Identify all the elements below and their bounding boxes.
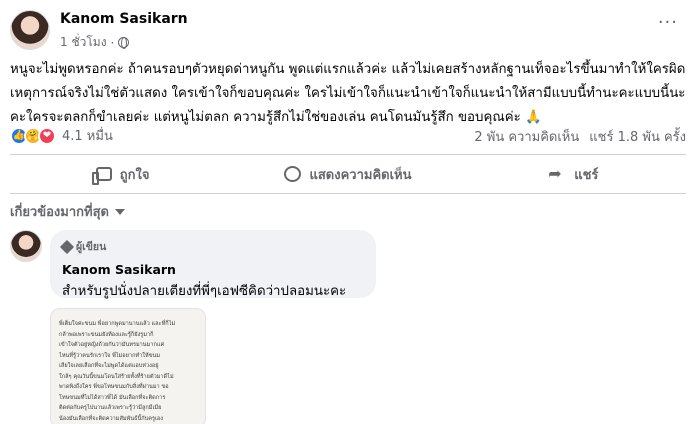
post-card: Kanom Sasikarn 1 ชั่วโมง · ··· หนูจะไม่พ… — [0, 0, 696, 424]
attachment-text-line: พี่เต็มใจค่ะขนม พี่อยากพูดมานานแล้ว และท… — [59, 321, 176, 327]
attachment-text-line: น้องมันเลือกที่จะติดความสัมพันธ์นี้กับคร… — [59, 415, 163, 422]
divider — [10, 193, 686, 194]
attachment-text-line: โทษขนมที่ไม่ได้สาวพี่ได้ มันเลือกที่จะติ… — [59, 394, 166, 401]
comment-icon — [284, 166, 302, 182]
author-avatar[interactable] — [10, 10, 50, 50]
comment-button-label: แสดงความคิดเห็น — [309, 167, 412, 183]
post-meta: 1 ชั่วโมง · — [60, 33, 130, 52]
post-actions: ถูกใจ แสดงความคิดเห็น ➦ แชร์ — [10, 157, 686, 191]
globe-icon — [118, 37, 130, 49]
reactions-summary[interactable]: 👍 🤗 ❤ 4.1 หมื่น — [10, 125, 113, 146]
comment-attachment-image[interactable]: พี่เต็มใจค่ะขนม พี่อยากพูดมานานแล้ว และท… — [50, 308, 206, 424]
attachment-text-line: เข้าใจตัวอยู่หญิงถ้วยกันว่ามันทรมานมากแค… — [59, 342, 165, 348]
share-button-label: แชร์ — [574, 167, 599, 183]
attachment-text-line: ติดต่อกับครูไปนานแล้วเพราะรู้ว่ามีลูกมีเ… — [59, 405, 162, 411]
comment-bubble: ผู้เขียน Kanom Sasikarn สำหรับรูปนั่งปลา… — [50, 230, 376, 299]
comment-text: สำหรับรูปนั่งปลายเตียงที่พี่ๆเอฟซีคิดว่า… — [62, 284, 347, 299]
divider — [10, 154, 686, 155]
attachment-text-line: กล้าพอเพราะขนมยังท้องและรู้ก็ยังรูมาก็ — [59, 331, 154, 338]
reaction-count: 4.1 หมื่น — [62, 129, 113, 144]
post-text: หนูจะไม่พูดหรอกค่ะ ถ้าคนรอบๆตัวหยุดด่าหน… — [10, 62, 686, 125]
comment-sort-dropdown[interactable]: เกี่ยวข้องมากที่สุด — [10, 201, 125, 222]
post-stats: 2 พัน ความคิดเห็น แชร์ 1.8 พัน ครั้ง — [474, 126, 686, 147]
share-count-link[interactable]: แชร์ 1.8 พัน ครั้ง — [589, 126, 686, 147]
attachment-text-line: ไหนที่รู้ว่าคนรักเราใจ พี่ไม่อยากทำให้ขน… — [59, 352, 161, 359]
chevron-down-icon — [114, 208, 125, 215]
commenter-avatar[interactable] — [10, 230, 42, 262]
attachment-text-line: เสียใจเลยเลือกที่จะไม่พูดได้แต่แอบห่วงอย… — [59, 363, 159, 369]
comment-button[interactable]: แสดงความคิดเห็น — [235, 157, 460, 191]
thumbs-up-icon — [91, 167, 112, 185]
post-time[interactable]: 1 ชั่วโมง — [60, 33, 107, 52]
author-badge: ผู้เขียน — [59, 238, 364, 255]
more-options-button[interactable]: ··· — [658, 12, 678, 33]
pen-icon — [59, 239, 75, 254]
like-button-label: ถูกใจ — [119, 167, 150, 183]
post-author-name[interactable]: Kanom Sasikarn — [60, 11, 188, 27]
comment-count-link[interactable]: 2 พัน ความคิดเห็น — [474, 126, 579, 147]
share-button[interactable]: ➦ แชร์ — [461, 157, 686, 191]
love-reaction-icon: ❤ — [38, 126, 56, 145]
attachment-text-line: ใกล้ๆ คุณวันนี้ขนมโดนใส่ร้ายทั้งที่ร้ายต… — [59, 373, 174, 380]
comment-author-name[interactable]: Kanom Sasikarn — [62, 262, 364, 277]
attachment-text-line: พาดพิงถึงใคร พี่ขอโทษขนมกับสิ่งที่ผ่านมา… — [59, 384, 169, 390]
like-button[interactable]: ถูกใจ — [10, 157, 235, 191]
comment-sort-label: เกี่ยวข้องมากที่สุด — [10, 205, 109, 220]
author-badge-label: ผู้เขียน — [76, 241, 107, 253]
share-icon: ➦ — [548, 164, 562, 183]
